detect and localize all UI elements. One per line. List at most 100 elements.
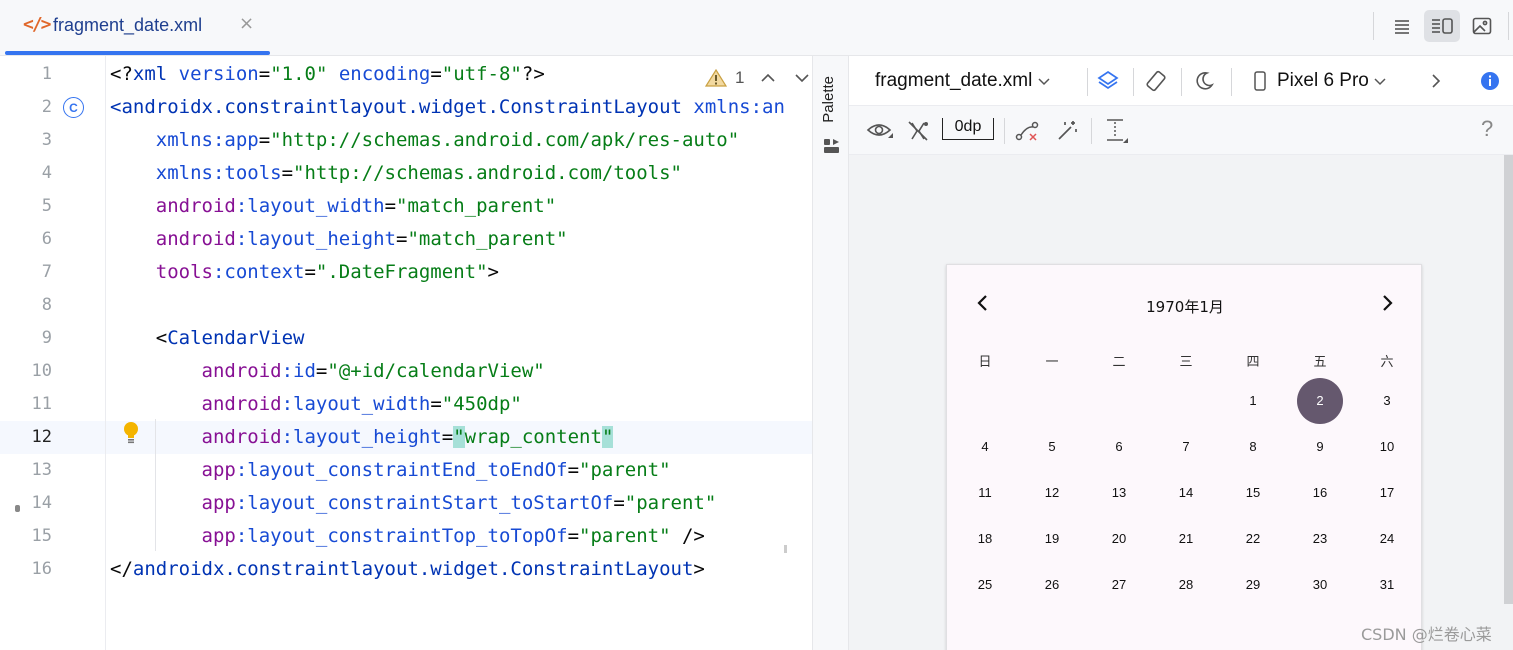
layout-file-dropdown[interactable]: fragment_date.xml [875, 70, 1050, 92]
code-line[interactable]: 16 </androidx.constraintlayout.widget.Co… [0, 553, 812, 586]
code-line[interactable]: 1 <?xml version="1.0" encoding="utf-8"?>… [0, 58, 812, 91]
help-icon[interactable]: ? [1481, 116, 1493, 142]
calendar-day[interactable]: 5 [1029, 424, 1075, 470]
calendar-day[interactable]: 30 [1297, 562, 1343, 608]
code-line[interactable]: 9 <CalendarView [0, 322, 812, 355]
design-panel[interactable]: fragment_date.xml Pixel 6 Pro 0dp ? 1970… [849, 56, 1513, 650]
chevron-right-icon[interactable] [1427, 71, 1445, 91]
code-line[interactable]: 8 [0, 289, 812, 322]
chevron-right-icon[interactable] [1377, 293, 1397, 313]
calendar-day[interactable]: 28 [1163, 562, 1209, 608]
code-line[interactable]: 2 C <androidx.constraintlayout.widget.Co… [0, 91, 812, 124]
guidelines-icon[interactable] [1103, 118, 1129, 144]
night-mode-icon[interactable] [1191, 68, 1217, 94]
calendar-day[interactable]: 3 [1364, 378, 1410, 424]
code-text: </androidx.constraintlayout.widget.Const… [110, 558, 705, 580]
chevron-down-icon [1374, 78, 1386, 86]
divider [1091, 118, 1092, 144]
calendar-day[interactable]: 7 [1163, 424, 1209, 470]
code-text: xmlns:app="http://schemas.android.com/ap… [110, 129, 740, 151]
design-view-button[interactable] [1464, 10, 1500, 42]
palette-icon[interactable] [823, 138, 840, 154]
code-text: android:layout_width="match_parent" [110, 195, 557, 217]
calendar-day[interactable]: 14 [1163, 470, 1209, 516]
code-line[interactable]: 10 android:id="@+id/calendarView" [0, 355, 812, 388]
class-gutter-icon[interactable]: C [63, 97, 84, 118]
calendar-view-preview[interactable]: 1970年1月 日一二三四五六 1 2 3 4 5 6 7 8 9 10 11 12 13 14 15 16 1… [946, 264, 1422, 650]
line-number: 3 [41, 130, 52, 150]
vertical-scrollbar[interactable] [1504, 155, 1513, 604]
info-icon[interactable] [1479, 70, 1501, 92]
divider [1087, 68, 1088, 96]
code-text: <?xml version="1.0" encoding="utf-8"?> [110, 63, 545, 85]
clear-constraints-icon[interactable] [1015, 119, 1041, 143]
code-line[interactable]: 14 app:layout_constraintStart_toStartOf=… [0, 487, 812, 520]
calendar-day[interactable]: 15 [1230, 470, 1276, 516]
xml-file-icon: </> [23, 14, 51, 35]
calendar-day[interactable]: 4 [962, 424, 1008, 470]
palette-label[interactable]: Palette [820, 76, 837, 123]
code-view-button[interactable] [1384, 10, 1420, 42]
palette-strip[interactable]: Palette [812, 56, 849, 650]
code-line[interactable]: 6 android:layout_height="match_parent" [0, 223, 812, 256]
calendar-weekday: 六 [1380, 355, 1394, 370]
layers-icon[interactable] [1095, 68, 1121, 94]
rotate-icon[interactable] [1143, 68, 1169, 94]
code-line[interactable]: 5 android:layout_width="match_parent" [0, 190, 812, 223]
code-line[interactable]: 15 app:layout_constraintTop_toTopOf="par… [0, 520, 812, 553]
code-text: android:layout_height="wrap_content" [110, 426, 614, 448]
line-number: 2 [41, 97, 52, 117]
divider [1231, 68, 1232, 96]
calendar-day[interactable]: 27 [1096, 562, 1142, 608]
calendar-day[interactable]: 25 [962, 562, 1008, 608]
calendar-day[interactable]: 24 [1364, 516, 1410, 562]
calendar-day[interactable]: 19 [1029, 516, 1075, 562]
close-icon[interactable]: × [239, 13, 254, 34]
code-line[interactable]: 3 xmlns:app="http://schemas.android.com/… [0, 124, 812, 157]
tab-fragment-date[interactable]: </> fragment_date.xml × [5, 0, 270, 56]
calendar-weekday: 四 [1246, 355, 1260, 370]
code-editor[interactable]: 1 <?xml version="1.0" encoding="utf-8"?>… [0, 56, 812, 650]
calendar-day[interactable]: 1 [1230, 378, 1276, 424]
calendar-day[interactable]: 18 [962, 516, 1008, 562]
calendar-day[interactable]: 20 [1096, 516, 1142, 562]
calendar-day[interactable]: 31 [1364, 562, 1410, 608]
autoconnect-off-icon[interactable] [906, 119, 930, 143]
code-line[interactable]: 13 app:layout_constraintEnd_toEndOf="par… [0, 454, 812, 487]
inspection-widget[interactable]: 1 [705, 68, 812, 88]
chevron-down-icon [1038, 78, 1050, 86]
code-text: tools:context=".DateFragment"> [110, 261, 499, 283]
split-view-button[interactable] [1424, 10, 1460, 42]
chevron-down-icon[interactable] [792, 71, 812, 85]
calendar-day[interactable]: 29 [1230, 562, 1276, 608]
calendar-day[interactable]: 6 [1096, 424, 1142, 470]
code-line[interactable]: 4 xmlns:tools="http://schemas.android.co… [0, 157, 812, 190]
chevron-up-icon[interactable] [758, 71, 778, 85]
code-text: <androidx.constraintlayout.widget.Constr… [110, 96, 785, 118]
calendar-day[interactable]: 16 [1297, 470, 1343, 516]
calendar-day[interactable]: 26 [1029, 562, 1075, 608]
default-margin-field[interactable]: 0dp [942, 118, 994, 140]
calendar-day[interactable]: 9 [1297, 424, 1343, 470]
line-number: 12 [31, 427, 52, 447]
code-line-current[interactable]: 12 android:layout_height="wrap_content" [0, 421, 812, 454]
calendar-day-selected[interactable]: 2 [1297, 378, 1343, 424]
device-dropdown[interactable]: Pixel 6 Pro [1277, 70, 1386, 92]
calendar-day[interactable]: 21 [1163, 516, 1209, 562]
magic-wand-icon[interactable] [1055, 119, 1079, 143]
divider [1004, 118, 1005, 144]
divider [1508, 12, 1509, 40]
calendar-day[interactable]: 13 [1096, 470, 1142, 516]
divider [1373, 12, 1374, 40]
calendar-day[interactable]: 10 [1364, 424, 1410, 470]
calendar-day[interactable]: 23 [1297, 516, 1343, 562]
eye-icon[interactable] [865, 119, 895, 143]
calendar-day[interactable]: 22 [1230, 516, 1276, 562]
calendar-day[interactable]: 17 [1364, 470, 1410, 516]
code-line[interactable]: 11 android:layout_width="450dp" [0, 388, 812, 421]
code-line[interactable]: 7 tools:context=".DateFragment"> [0, 256, 812, 289]
code-text: <CalendarView [110, 327, 305, 349]
calendar-day[interactable]: 11 [962, 470, 1008, 516]
calendar-day[interactable]: 8 [1230, 424, 1276, 470]
calendar-day[interactable]: 12 [1029, 470, 1075, 516]
